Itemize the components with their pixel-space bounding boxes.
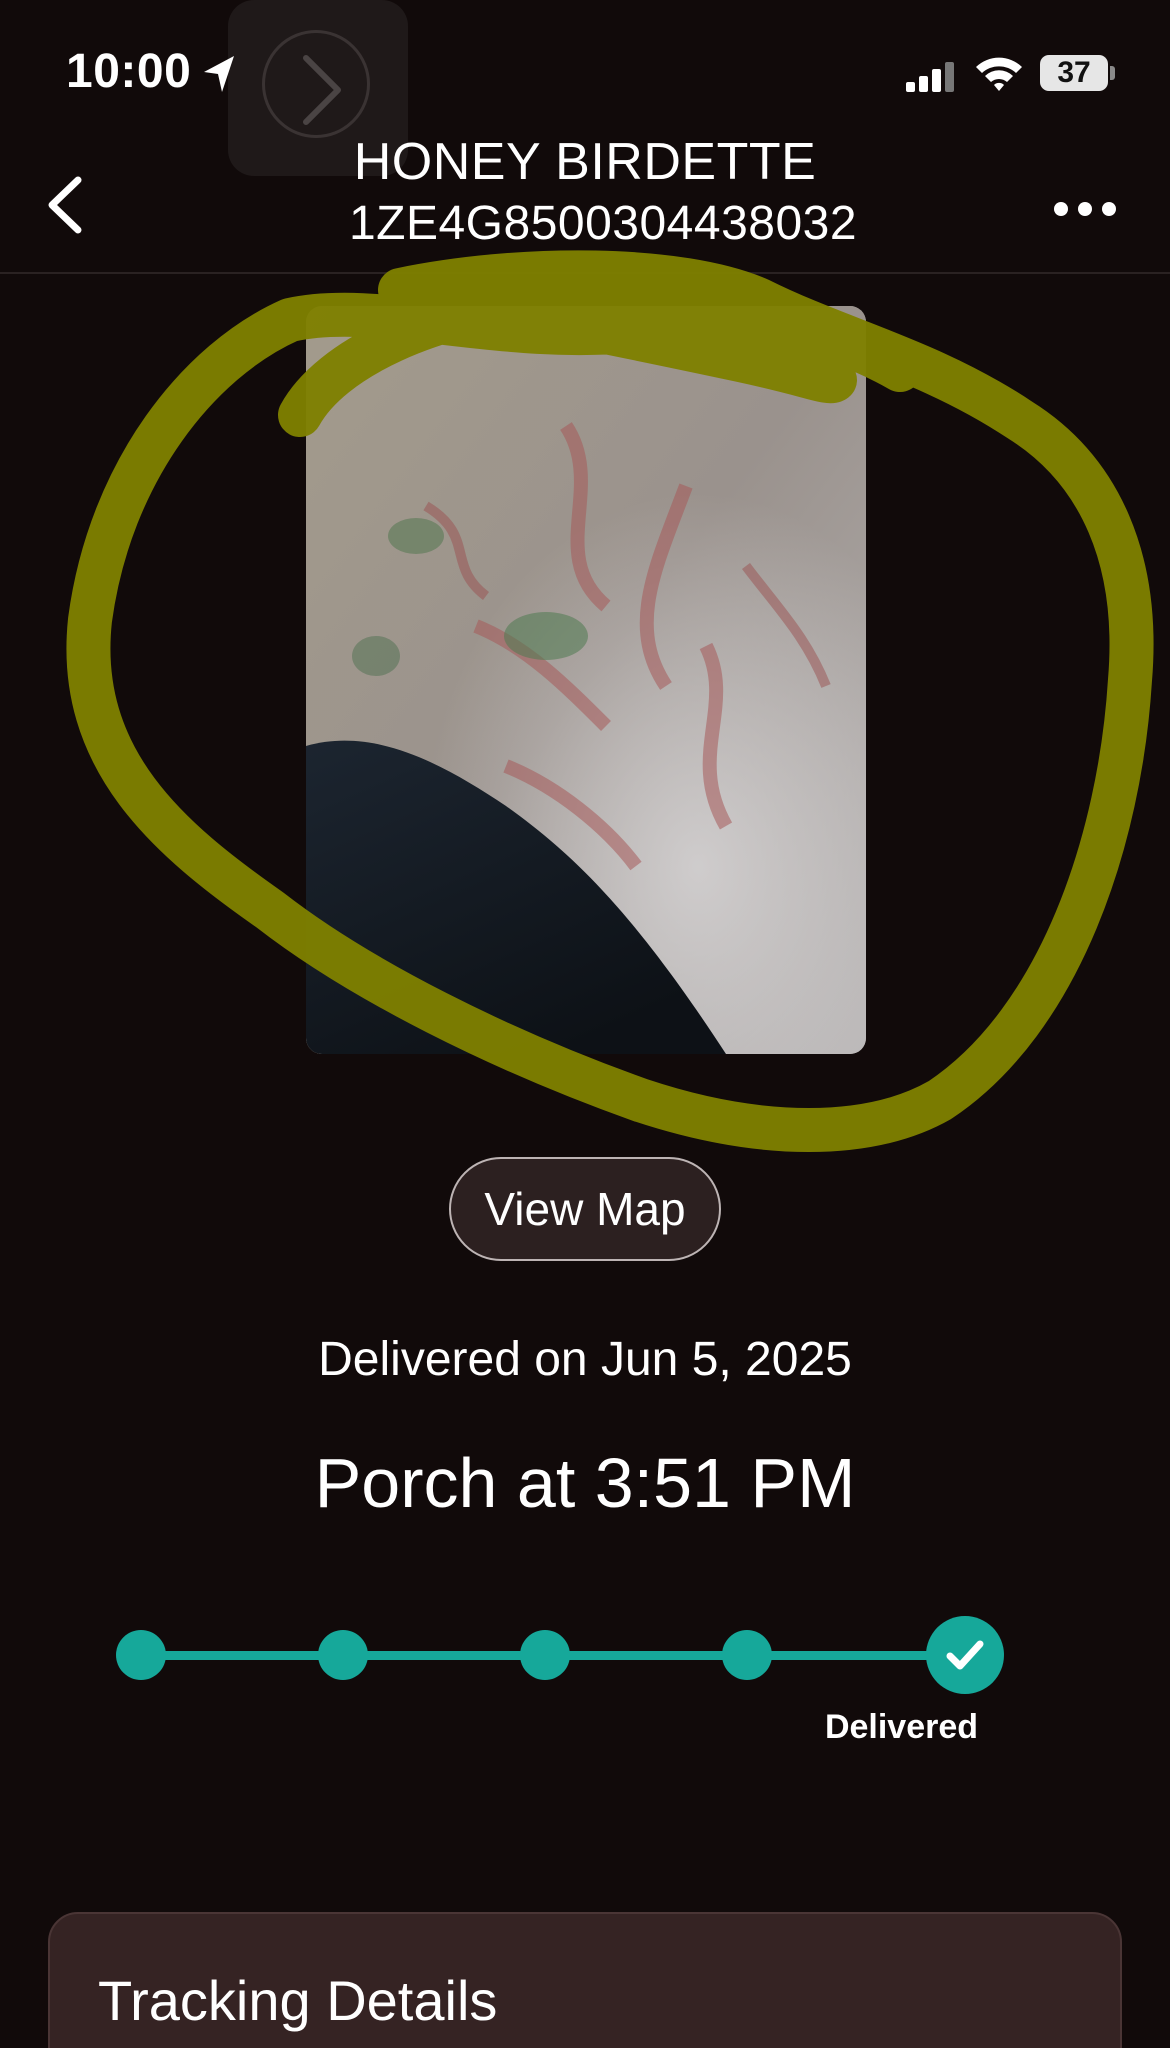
signal-icon: [906, 62, 954, 92]
battery-indicator: 37: [1040, 55, 1108, 91]
header-divider: [0, 272, 1170, 274]
location-arrow-icon: [204, 56, 234, 92]
wifi-icon: [976, 57, 1022, 91]
delivered-date: Delivered on Jun 5, 2025: [318, 1333, 852, 1386]
package-detail-screen: 10:00 37 HONEY BIRDETTE 1ZE4G85003044380…: [0, 0, 1170, 2048]
more-options-button[interactable]: [1050, 196, 1120, 218]
battery-tip: [1110, 66, 1115, 80]
tracking-details-title: Tracking Details: [98, 1969, 498, 2032]
progress-step-label: Delivered: [824, 1708, 979, 1746]
progress-step: [520, 1630, 570, 1680]
progress-step: [318, 1630, 368, 1680]
checkmark-icon: [946, 1640, 984, 1670]
ellipsis-dot: [1078, 202, 1092, 216]
page-title: HONEY BIRDETTE: [353, 133, 817, 191]
delivery-location-time: Porch at 3:51 PM: [314, 1444, 856, 1522]
status-time: 10:00: [66, 45, 192, 98]
ellipsis-dot: [1102, 202, 1116, 216]
progress-step: [722, 1630, 772, 1680]
progress-step: [116, 1630, 166, 1680]
ellipsis-dot: [1054, 202, 1068, 216]
tracking-number: 1ZE4G8500304438032: [348, 197, 858, 250]
tracking-details-card[interactable]: Tracking Details: [48, 1912, 1122, 2048]
progress-step-delivered: [926, 1616, 1004, 1694]
delivery-photo[interactable]: [306, 306, 866, 1054]
view-map-button[interactable]: View Map: [449, 1157, 721, 1261]
